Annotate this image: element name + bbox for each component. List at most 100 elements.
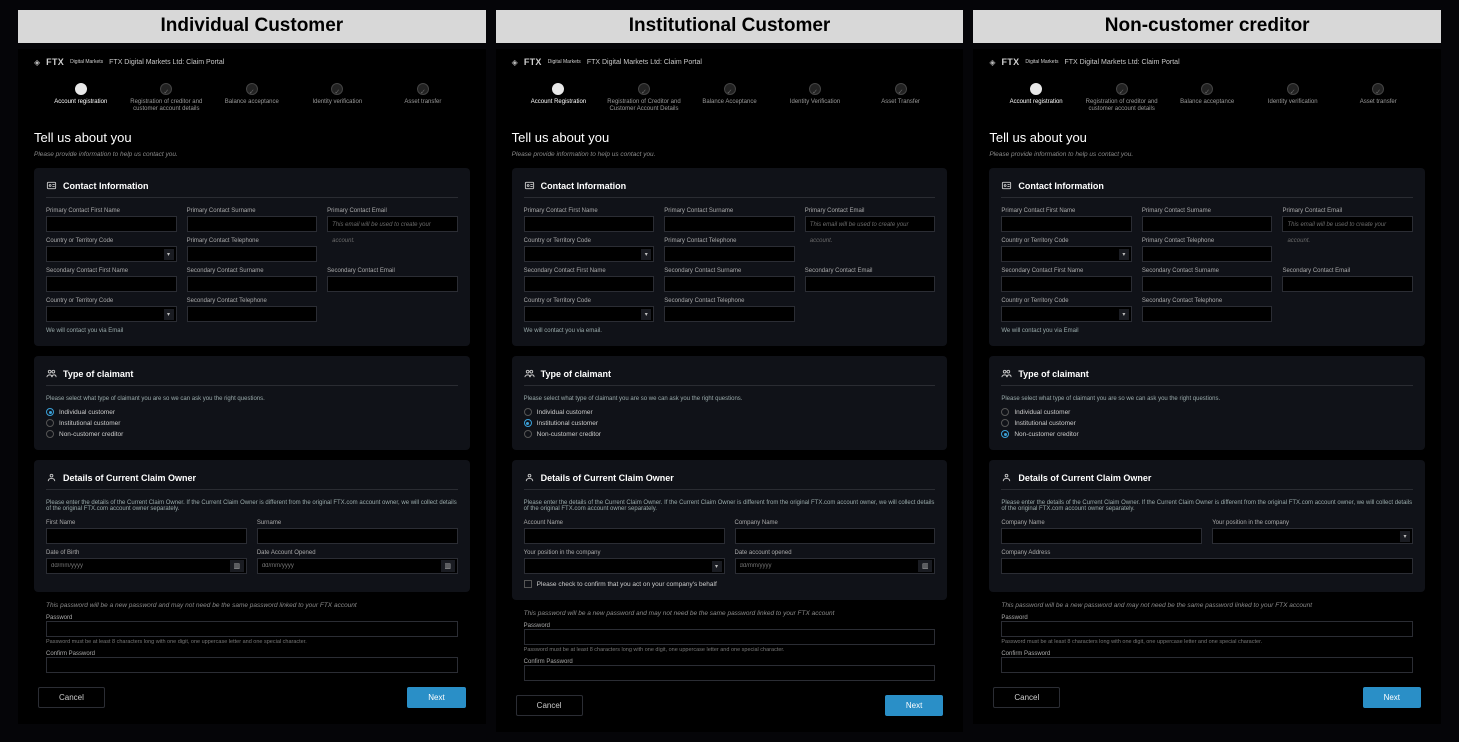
secondary-email-input[interactable] <box>805 276 936 292</box>
cancel-button[interactable]: Cancel <box>993 687 1060 708</box>
detail-1-1-input[interactable] <box>257 558 458 574</box>
detail-0-0-label: First Name <box>46 520 247 526</box>
password-input[interactable] <box>1001 621 1413 637</box>
detail-0-1-input[interactable] <box>257 528 458 544</box>
confirm-password-input[interactable] <box>1001 657 1413 673</box>
primary-telephone-input[interactable] <box>187 246 318 262</box>
detail-1-0-field: Company Address <box>1001 550 1413 574</box>
primary-first-name-field: Primary Contact First Name <box>524 208 655 232</box>
primary-country-code-input[interactable] <box>1001 246 1132 262</box>
primary-email-field: Primary Contact Email This email will be… <box>327 208 458 232</box>
primary-surname-input[interactable] <box>664 216 795 232</box>
step-label: Asset Transfer <box>881 99 920 106</box>
radio-claimant-2[interactable]: Non-customer creditor <box>46 430 458 438</box>
radio-claimant-1[interactable]: Institutional customer <box>46 419 458 427</box>
password-block: This password will be a new password and… <box>512 610 948 681</box>
cancel-button[interactable]: Cancel <box>38 687 105 708</box>
contact-title: Contact Information <box>524 180 936 198</box>
detail-0-1-field: Surname <box>257 520 458 544</box>
secondary-first-name-input[interactable] <box>1001 276 1132 292</box>
cancel-button[interactable]: Cancel <box>516 695 583 716</box>
secondary-first-name-input[interactable] <box>46 276 177 292</box>
primary-surname-input[interactable] <box>187 216 318 232</box>
detail-0-0-input[interactable] <box>1001 528 1202 544</box>
secondary-first-name-field: Secondary Contact First Name <box>46 268 177 292</box>
claimant-prompt: Please select what type of claimant you … <box>1001 396 1413 402</box>
secondary-telephone-input[interactable] <box>664 306 795 322</box>
secondary-telephone-input[interactable] <box>1142 306 1273 322</box>
detail-0-0-input[interactable] <box>46 528 247 544</box>
confirm-password-input[interactable] <box>46 657 458 673</box>
radio-claimant-1[interactable]: Institutional customer <box>1001 419 1413 427</box>
secondary-telephone-input[interactable] <box>187 306 318 322</box>
primary-telephone-field: Primary Contact Telephone <box>1142 238 1273 262</box>
next-button[interactable]: Next <box>885 695 943 716</box>
secondary-country-code-input[interactable] <box>46 306 177 322</box>
primary-telephone-input[interactable] <box>1142 246 1273 262</box>
brand-row: ◈ FTX Digital Markets FTX Digital Market… <box>34 57 470 67</box>
secondary-country-code-input[interactable] <box>524 306 655 322</box>
page-subtitle: Please provide information to help us co… <box>989 151 1425 158</box>
secondary-telephone-label: Secondary Contact Telephone <box>664 298 795 304</box>
primary-country-code-input[interactable] <box>46 246 177 262</box>
primary-first-name-input[interactable] <box>46 216 177 232</box>
claimant-card: Type of claimant Please select what type… <box>512 356 948 450</box>
confirm-checkbox[interactable]: Please check to confirm that you act on … <box>524 580 936 588</box>
detail-1-0-input[interactable] <box>46 558 247 574</box>
details-title: Details of Current Claim Owner <box>1001 472 1413 490</box>
secondary-telephone-label: Secondary Contact Telephone <box>187 298 318 304</box>
primary-country-code-input[interactable] <box>524 246 655 262</box>
detail-1-1-input[interactable] <box>735 558 936 574</box>
step-dot-icon <box>75 83 87 95</box>
secondary-email-input[interactable] <box>1282 276 1413 292</box>
secondary-surname-input[interactable] <box>1142 276 1273 292</box>
detail-0-1-input[interactable] <box>735 528 936 544</box>
radio-claimant-0[interactable]: Individual customer <box>46 408 458 416</box>
radio-claimant-0[interactable]: Individual customer <box>524 408 936 416</box>
secondary-first-name-label: Secondary Contact First Name <box>1001 268 1132 274</box>
detail-1-0-input[interactable] <box>524 558 725 574</box>
primary-email-input[interactable]: This email will be used to create your a… <box>1282 216 1413 232</box>
radio-claimant-2[interactable]: Non-customer creditor <box>524 430 936 438</box>
password-input[interactable] <box>46 621 458 637</box>
next-button[interactable]: Next <box>407 687 465 708</box>
step-dot-icon: ✓ <box>1201 83 1213 95</box>
secondary-first-name-input[interactable] <box>524 276 655 292</box>
radio-claimant-0[interactable]: Individual customer <box>1001 408 1413 416</box>
step-dot-icon: ✓ <box>895 83 907 95</box>
step-dot-icon <box>552 83 564 95</box>
step-1: ✓ Registration of creditor and customer … <box>124 83 210 112</box>
secondary-surname-input[interactable] <box>664 276 795 292</box>
step-label: Asset transfer <box>404 99 441 106</box>
radio-claimant-2[interactable]: Non-customer creditor <box>1001 430 1413 438</box>
primary-email-input[interactable]: This email will be used to create your a… <box>327 216 458 232</box>
primary-email-label: Primary Contact Email <box>327 208 458 214</box>
column-header: Individual Customer <box>18 10 486 43</box>
step-4: ✓ Asset transfer <box>1335 83 1421 112</box>
password-input[interactable] <box>524 629 936 645</box>
secondary-email-label: Secondary Contact Email <box>805 268 936 274</box>
radio-claimant-1[interactable]: Institutional customer <box>524 419 936 427</box>
radio-dot-icon <box>1001 419 1009 427</box>
confirm-password-input[interactable] <box>524 665 936 681</box>
claimant-radio-group: Individual customer Institutional custome… <box>524 408 936 438</box>
primary-first-name-input[interactable] <box>1001 216 1132 232</box>
radio-dot-icon <box>46 430 54 438</box>
secondary-country-code-input[interactable] <box>1001 306 1132 322</box>
secondary-email-input[interactable] <box>327 276 458 292</box>
detail-0-0-input[interactable] <box>524 528 725 544</box>
radio-dot-icon <box>524 419 532 427</box>
primary-email-input[interactable]: This email will be used to create your a… <box>805 216 936 232</box>
contact-icon <box>524 180 535 191</box>
brand-ftx: FTX <box>1002 57 1020 67</box>
detail-0-1-input[interactable] <box>1212 528 1413 544</box>
primary-telephone-input[interactable] <box>664 246 795 262</box>
primary-surname-input[interactable] <box>1142 216 1273 232</box>
checkbox-icon <box>524 580 532 588</box>
secondary-surname-input[interactable] <box>187 276 318 292</box>
step-dot-icon: ✓ <box>246 83 258 95</box>
detail-1-0-input[interactable] <box>1001 558 1413 574</box>
step-label: Registration of Creditor and Customer Ac… <box>601 99 687 112</box>
primary-first-name-input[interactable] <box>524 216 655 232</box>
next-button[interactable]: Next <box>1363 687 1421 708</box>
